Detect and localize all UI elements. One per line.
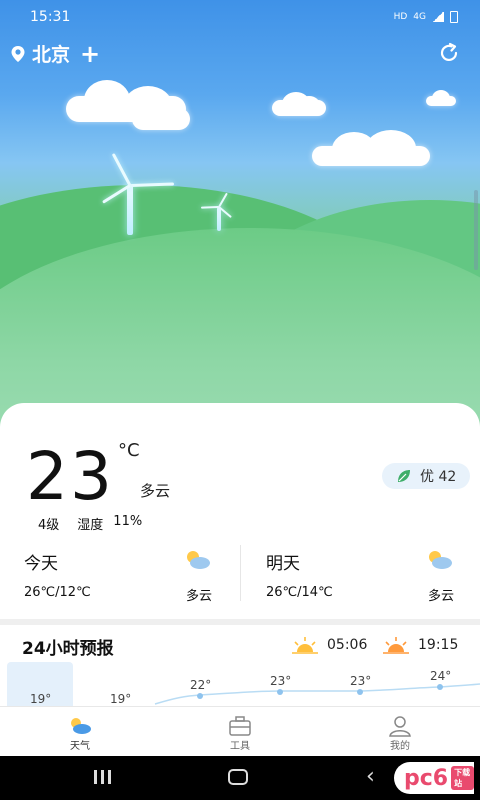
wind-level: 4级 (38, 518, 60, 533)
scrollbar[interactable] (474, 190, 478, 270)
watermark-logo: pc6 下载站 (394, 762, 474, 794)
divider (240, 545, 241, 601)
air-quality-badge[interactable]: 优 42 (382, 463, 470, 489)
cloud (132, 108, 190, 130)
sunrise-time: 05:06 (327, 637, 368, 653)
hour-temp: 24° (430, 669, 452, 683)
humidity-label: 湿度 (77, 518, 104, 533)
hourly-forecast-strip[interactable]: 19° 19° 22° 23° 23° 24° (0, 660, 480, 706)
sunset-time: 19:15 (418, 637, 459, 653)
weather-icon (71, 718, 91, 734)
nav-tab-profile[interactable]: 我的 (320, 707, 480, 757)
humidity-value: 11% (113, 514, 143, 529)
watermark-tag: 下载站 (451, 766, 474, 790)
hour-dot (437, 684, 443, 690)
profile-icon (389, 716, 411, 737)
hill (0, 228, 480, 430)
signal-label: 4G (413, 12, 426, 22)
network-type: HD (393, 12, 408, 22)
cloud (426, 90, 456, 106)
tomorrow-label: 明天 (266, 554, 300, 574)
hour-temp: 22° (190, 678, 212, 692)
system-navigation-bar: ‹ pc6 下载站 (0, 756, 480, 800)
current-temperature: 23 (26, 438, 114, 515)
hour-dot (277, 689, 283, 695)
location-selector[interactable]: 北京 + (10, 40, 100, 67)
forecast-title: 24小时预报 (22, 639, 114, 659)
nav-tab-weather[interactable]: 天气 (0, 707, 160, 757)
nav-label-tools: 工具 (230, 741, 250, 752)
watermark-text: pc6 (404, 765, 449, 791)
current-condition: 多云 (140, 482, 171, 500)
hour-temp: 19° (30, 692, 52, 706)
recent-apps-button[interactable] (94, 770, 116, 786)
sunset-icon (383, 637, 409, 654)
cloud (312, 130, 430, 166)
tomorrow-temp-range: 26℃/14℃ (266, 585, 333, 600)
tomorrow-condition: 多云 (428, 589, 455, 604)
section-divider (0, 619, 480, 625)
sunrise-icon (292, 637, 318, 654)
leaf-icon (398, 470, 410, 482)
back-button[interactable]: ‹ (366, 764, 375, 789)
current-details: 4级 湿度 11% (38, 514, 142, 533)
city-name: 北京 (32, 44, 71, 66)
cloud (272, 92, 326, 116)
nav-label-weather: 天气 (70, 741, 90, 752)
nav-label-profile: 我的 (390, 741, 410, 752)
status-time: 15:31 (30, 9, 71, 25)
add-city-icon[interactable]: + (80, 42, 100, 66)
partly-cloudy-icon (429, 551, 452, 569)
hour-temp: 19° (110, 692, 132, 706)
aqi-label: 优 42 (420, 469, 457, 485)
bottom-navigation: 天气 工具 我的 (0, 706, 480, 756)
today-temp-range: 26℃/12℃ (24, 585, 91, 600)
today-condition: 多云 (186, 589, 213, 604)
partly-cloudy-icon (187, 551, 210, 569)
hour-temp: 23° (270, 674, 292, 688)
weather-app-screen: 15:31 HD 4G 北京 + 23 °C 多云 优 42 4级 湿度 11% (0, 0, 480, 800)
status-bar: 15:31 HD 4G (0, 0, 480, 34)
hour-dot (357, 689, 363, 695)
nav-tab-tools[interactable]: 工具 (160, 707, 320, 757)
refresh-icon[interactable] (438, 42, 460, 64)
hour-dot (197, 693, 203, 699)
home-button[interactable] (228, 769, 248, 785)
temperature-curve (154, 683, 480, 705)
toolbox-icon (229, 716, 251, 736)
battery-icon (450, 11, 458, 23)
temperature-unit: °C (118, 440, 140, 461)
signal-icon (432, 12, 444, 22)
location-pin-icon (11, 45, 25, 62)
status-icons: HD 4G (394, 11, 458, 23)
today-label: 今天 (24, 554, 58, 574)
hour-temp: 23° (350, 674, 372, 688)
